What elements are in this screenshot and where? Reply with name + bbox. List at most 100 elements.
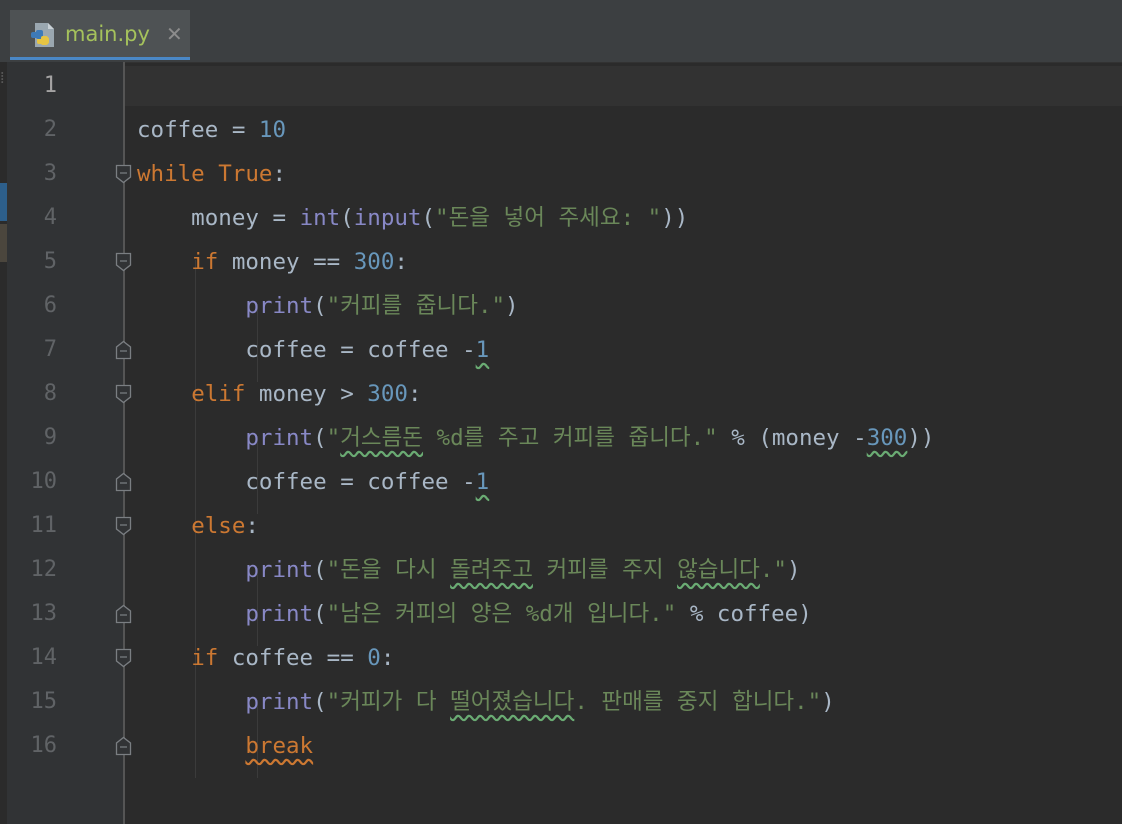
code-token: : — [394, 249, 408, 275]
fold-open-icon[interactable] — [115, 164, 132, 184]
fold-close-icon[interactable] — [115, 736, 132, 756]
fold-open-icon[interactable] — [115, 648, 132, 668]
code-token: int — [299, 205, 341, 231]
code-token: : — [380, 645, 395, 671]
code-token: )) — [907, 425, 935, 451]
code-line[interactable]: print("거스름돈 %d를 주고 커피를 줍니다." % (money -3… — [137, 416, 934, 460]
code-token: ( — [313, 425, 327, 451]
code-token: True — [218, 161, 273, 187]
code-token: 1 — [475, 469, 490, 495]
line-number: 10 — [30, 469, 58, 494]
code-token: 300 — [353, 249, 395, 275]
code-token: else — [191, 513, 246, 539]
code-line[interactable]: while True: — [137, 152, 286, 196]
code-token: % (money - — [717, 425, 867, 451]
line-number: 4 — [43, 205, 57, 230]
code-token: money = — [137, 205, 300, 231]
code-token: print — [245, 425, 314, 451]
code-token: )) — [661, 205, 689, 231]
code-token: ( — [313, 689, 327, 715]
fold-close-icon[interactable] — [115, 604, 132, 624]
code-token: print — [245, 293, 314, 319]
tab-filename: main.py — [65, 22, 150, 46]
code-token: ) — [786, 557, 801, 583]
line-number: 7 — [43, 337, 57, 362]
code-line[interactable]: break — [137, 724, 313, 768]
code-token: 거스름돈 — [340, 425, 424, 451]
code-line[interactable]: print("남은 커피의 양은 %d개 입니다." % coffee) — [137, 592, 812, 636]
editor-tab-bar: main.py ✕ — [0, 0, 1122, 63]
line-number: 15 — [30, 689, 58, 714]
code-line[interactable]: elif money > 300: — [137, 372, 421, 416]
tool-window-marker[interactable] — [0, 183, 7, 221]
code-token: "커피가 다 — [326, 689, 451, 715]
code-token: ." — [759, 557, 787, 583]
code-line[interactable]: else: — [137, 504, 259, 548]
close-icon[interactable]: ✕ — [166, 22, 183, 46]
code-token: 떨어졌습니다 — [450, 689, 575, 715]
code-token: : — [272, 161, 287, 187]
code-token: ( — [313, 601, 327, 627]
code-token: coffee = coffee - — [137, 337, 476, 363]
code-line[interactable]: print("커피를 줍니다.") — [137, 284, 519, 328]
code-token: 300 — [367, 381, 408, 407]
fold-close-icon[interactable] — [115, 340, 132, 360]
code-token: money > — [258, 381, 368, 407]
code-token: 300 — [866, 425, 908, 451]
code-token: "커피를 줍니다." — [326, 293, 506, 319]
code-token: 돌려주고 — [450, 557, 533, 583]
code-token: "남은 커피의 양은 %d개 입니다." — [326, 601, 677, 627]
python-file-icon — [31, 23, 54, 47]
code-line[interactable]: coffee = coffee -1 — [137, 328, 489, 372]
code-token: print — [245, 557, 314, 583]
code-token: ( — [340, 205, 354, 231]
code-line[interactable]: coffee = coffee -1 — [137, 460, 489, 504]
code-line[interactable]: if coffee == 0: — [137, 636, 394, 680]
code-token: % coffee) — [676, 601, 812, 627]
code-token: money == — [231, 249, 354, 275]
bookmark-icon: ⁞ — [0, 68, 5, 87]
code-line[interactable]: coffee = 10 — [137, 108, 286, 152]
code-token: : — [407, 381, 422, 407]
tab-main-py[interactable]: main.py ✕ — [10, 10, 190, 60]
code-token: coffee = — [137, 117, 259, 143]
fold-open-icon[interactable] — [115, 516, 132, 536]
line-number-gutter: 1 2 3 4 5 6 7 8 9 10 11 12 13 14 15 16 — [7, 62, 123, 824]
code-token: coffee = coffee - — [137, 469, 476, 495]
code-token: print — [245, 689, 314, 715]
code-token: ) — [505, 293, 519, 319]
fold-close-icon[interactable] — [115, 472, 132, 492]
code-token: elif — [191, 381, 259, 407]
fold-open-icon[interactable] — [115, 384, 132, 404]
code-token: 않습니다 — [677, 557, 760, 583]
line-number: 13 — [30, 601, 58, 626]
code-token: print — [245, 601, 314, 627]
code-line[interactable]: money = int(input("돈을 넣어 주세요: ")) — [137, 196, 688, 240]
code-token: if — [191, 645, 232, 671]
code-token: break — [245, 733, 314, 759]
line-number: 12 — [30, 557, 58, 582]
line-number: 5 — [43, 249, 57, 274]
tool-window-marker[interactable] — [0, 224, 7, 262]
line-number: 9 — [43, 425, 57, 450]
code-line[interactable]: if money == 300: — [137, 240, 408, 284]
code-line[interactable]: print("커피가 다 떨어졌습니다. 판매를 중지 합니다.") — [137, 680, 834, 724]
code-token: 1 — [475, 337, 490, 363]
tool-window-strip — [0, 62, 7, 824]
code-token: ( — [421, 205, 436, 231]
code-token: 0 — [367, 645, 381, 671]
code-token: %d를 주고 커피를 줍니다." — [423, 425, 718, 451]
code-token: "돈을 넣어 주세요: " — [435, 205, 662, 231]
code-line[interactable]: print("돈을 다시 돌려주고 커피를 주지 않습니다.") — [137, 548, 801, 592]
code-token: ( — [313, 293, 327, 319]
fold-open-icon[interactable] — [115, 252, 132, 272]
line-number: 11 — [30, 513, 58, 538]
